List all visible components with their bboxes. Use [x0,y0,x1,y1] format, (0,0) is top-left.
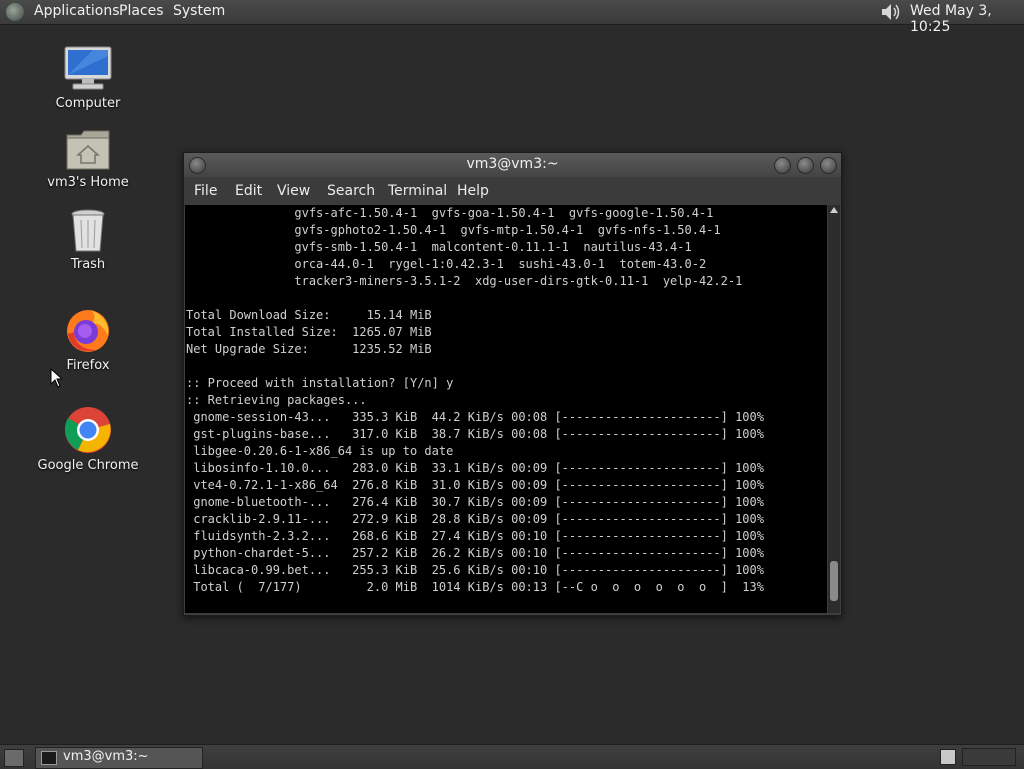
terminal-line: libgee-0.20.6-1-x86_64 is up to date [186,444,454,458]
desktop-icon-chrome[interactable]: Google Chrome [33,406,143,473]
workspace-switcher-active[interactable] [940,749,956,765]
terminal-line: Total ( 7/177) 2.0 MiB 1014 KiB/s 00:13 … [186,580,764,594]
taskbar-button-label: vm3@vm3:~ [63,749,149,764]
scrollbar-thumb[interactable] [830,561,838,601]
trash-icon [71,209,105,252]
mouse-pointer-icon [50,368,62,388]
places-menu[interactable]: Places [119,3,164,19]
terminal-line: :: Retrieving packages... [186,393,367,407]
terminal-line: Net Upgrade Size: 1235.52 MiB [186,342,432,356]
home-folder-icon [66,130,110,170]
terminal-scrollbar[interactable] [828,205,840,613]
clock[interactable]: Wed May 3, 10:25 [910,3,1024,35]
terminal-line: gvfs-afc-1.50.4-1 gvfs-goa-1.50.4-1 gvfs… [186,206,714,220]
terminal-lines: gvfs-afc-1.50.4-1 gvfs-goa-1.50.4-1 gvfs… [186,205,764,596]
terminal-menubar: File Edit View Search Terminal Help [184,177,841,205]
terminal-output[interactable]: gvfs-afc-1.50.4-1 gvfs-goa-1.50.4-1 gvfs… [185,205,827,613]
desktop-icon-label: Trash [70,257,106,272]
computer-icon [64,46,112,90]
terminal-line: gst-plugins-base... 317.0 KiB 38.7 KiB/s… [186,427,764,441]
terminal-line: libosinfo-1.10.0... 283.0 KiB 33.1 KiB/s… [186,461,764,475]
terminal-line: gnome-bluetooth-... 276.4 KiB 30.7 KiB/s… [186,495,764,509]
desktop-icon-label: Computer [55,96,121,111]
close-button[interactable] [820,157,837,174]
firefox-icon [67,310,109,352]
terminal-line: orca-44.0-1 rygel-1:0.42.3-1 sushi-43.0-… [186,257,707,271]
terminal-line: tracker3-miners-3.5.1-2 xdg-user-dirs-gt… [186,274,743,288]
scroll-up-arrow-icon[interactable] [830,207,838,213]
terminal-line: vte4-0.72.1-1-x86_64 276.8 KiB 31.0 KiB/… [186,478,764,492]
terminal-line: Total Installed Size: 1265.07 MiB [186,325,432,339]
terminal-line: gnome-session-43... 335.3 KiB 44.2 KiB/s… [186,410,764,424]
bottom-panel: vm3@vm3:~ [0,744,1024,769]
top-panel: Applications Places System Wed May 3, 10… [0,0,1024,35]
desktop-icon-home[interactable]: vm3's Home [33,129,143,190]
desktop-icon-trash[interactable]: Trash [33,209,143,272]
applications-menu[interactable]: Applications [34,3,120,19]
maximize-button[interactable] [797,157,814,174]
terminal-line: gvfs-smb-1.50.4-1 malcontent-0.11.1-1 na… [186,240,692,254]
menu-search[interactable]: Search [327,183,375,199]
terminal-titlebar[interactable]: vm3@vm3:~ [184,153,841,177]
system-menu[interactable]: System [173,3,225,19]
menu-edit[interactable]: Edit [235,183,262,199]
terminal-line: gvfs-gphoto2-1.50.4-1 gvfs-mtp-1.50.4-1 … [186,223,721,237]
terminal-line: cracklib-2.9.11-... 272.9 KiB 28.8 KiB/s… [186,512,764,526]
menu-help[interactable]: Help [457,183,489,199]
volume-icon[interactable] [880,2,902,22]
desktop-icon-label: vm3's Home [47,175,129,190]
desktop-icon-firefox[interactable]: Firefox [33,306,143,373]
desktop-icon-label: Google Chrome [37,458,139,473]
terminal-line: python-chardet-5... 257.2 KiB 26.2 KiB/s… [186,546,764,560]
menu-file[interactable]: File [194,183,217,199]
terminal-line: fluidsynth-2.3.2... 268.6 KiB 27.4 KiB/s… [186,529,764,543]
desktop-icon-computer[interactable]: Computer [33,46,143,111]
menu-view[interactable]: View [277,183,310,199]
workspace-switcher[interactable] [962,748,1016,766]
terminal-line: :: Proceed with installation? [Y/n] y [186,376,454,390]
terminal-icon [41,751,57,765]
show-desktop-icon[interactable] [4,749,24,767]
terminal-line: libcaca-0.99.bet... 255.3 KiB 25.6 KiB/s… [186,563,764,577]
window-title: vm3@vm3:~ [466,156,559,172]
minimize-button[interactable] [774,157,791,174]
terminal-line: Total Download Size: 15.14 MiB [186,308,432,322]
taskbar-terminal-button[interactable]: vm3@vm3:~ [35,747,203,769]
menu-terminal[interactable]: Terminal [388,183,447,199]
terminal-window[interactable]: vm3@vm3:~ File Edit View Search Terminal… [183,152,842,616]
chrome-icon [65,407,111,453]
distro-logo-icon[interactable] [6,3,24,21]
